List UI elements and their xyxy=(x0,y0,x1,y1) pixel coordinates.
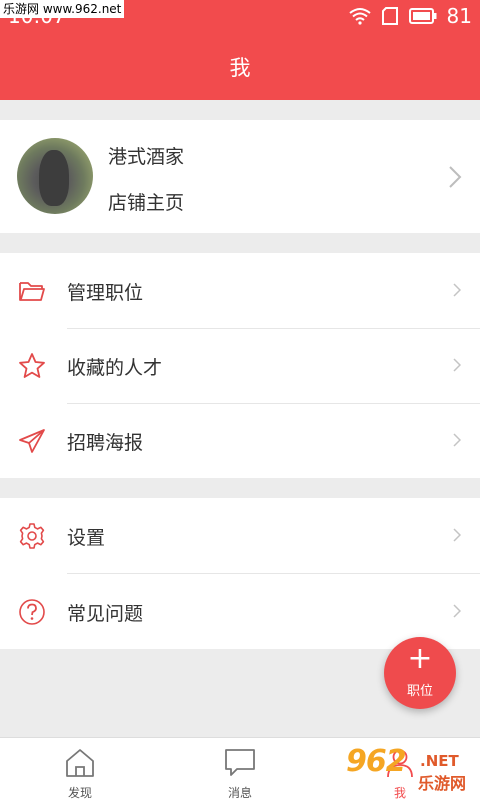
chevron-right-icon xyxy=(453,528,461,542)
fab-label: 职位 xyxy=(406,684,433,699)
chevron-right-icon xyxy=(453,433,461,447)
shop-name: 港式酒家 xyxy=(108,146,185,168)
question-icon xyxy=(19,599,45,625)
status-bar: 10:07 乐游网 www.962.net 81 xyxy=(0,0,480,30)
star-icon xyxy=(19,353,45,378)
chevron-right-icon xyxy=(449,166,462,188)
menu-item-settings[interactable]: 设置 xyxy=(0,498,480,573)
menu-item-label: 收藏的人才 xyxy=(67,357,163,379)
chevron-right-icon xyxy=(453,358,461,372)
plus-icon: + xyxy=(407,641,433,676)
add-job-button[interactable]: + 职位 xyxy=(384,637,456,709)
menu-item-label: 招聘海报 xyxy=(67,432,144,454)
chevron-right-icon xyxy=(453,283,461,297)
home-icon xyxy=(66,749,94,777)
app-header: 10:07 乐游网 www.962.net 81 我 xyxy=(0,0,480,100)
battery-level: 81 xyxy=(446,4,472,28)
menu-group-settings: 设置 常见问题 xyxy=(0,498,480,649)
menu-group-jobs: 管理职位 收藏的人才 招聘海报 xyxy=(0,253,480,478)
tab-discover[interactable]: 发现 xyxy=(0,738,160,800)
watermark-number: 962 xyxy=(346,744,407,779)
watermark-net: .NET xyxy=(420,752,459,770)
sim-card-icon xyxy=(381,7,398,25)
message-icon xyxy=(225,749,255,776)
menu-item-label: 管理职位 xyxy=(67,282,144,304)
menu-item-manage-jobs[interactable]: 管理职位 xyxy=(0,253,480,328)
avatar xyxy=(17,138,93,214)
tab-label: 消息 xyxy=(227,786,252,800)
shop-homepage-link[interactable]: 店铺主页 xyxy=(108,188,184,215)
page-title: 我 xyxy=(229,56,251,80)
menu-item-label: 常见问题 xyxy=(67,603,144,625)
battery-icon xyxy=(408,8,437,24)
watermark-logo: 962 .NET 乐游网 xyxy=(336,744,476,796)
status-icons: 81 xyxy=(348,4,472,28)
chevron-right-icon xyxy=(453,604,461,618)
tab-messages[interactable]: 消息 xyxy=(160,738,320,800)
paper-plane-icon xyxy=(19,429,45,453)
folder-icon xyxy=(19,282,45,301)
menu-item-recruit-poster[interactable]: 招聘海报 xyxy=(0,403,480,478)
menu-item-label: 设置 xyxy=(67,527,106,549)
menu-item-saved-talent[interactable]: 收藏的人才 xyxy=(0,328,480,403)
wifi-icon xyxy=(348,8,371,25)
watermark-top-left: 乐游网 www.962.net xyxy=(0,0,125,18)
tab-label: 发现 xyxy=(67,786,92,800)
watermark-site-name: 乐游网 xyxy=(418,774,467,793)
gear-icon xyxy=(19,523,45,549)
